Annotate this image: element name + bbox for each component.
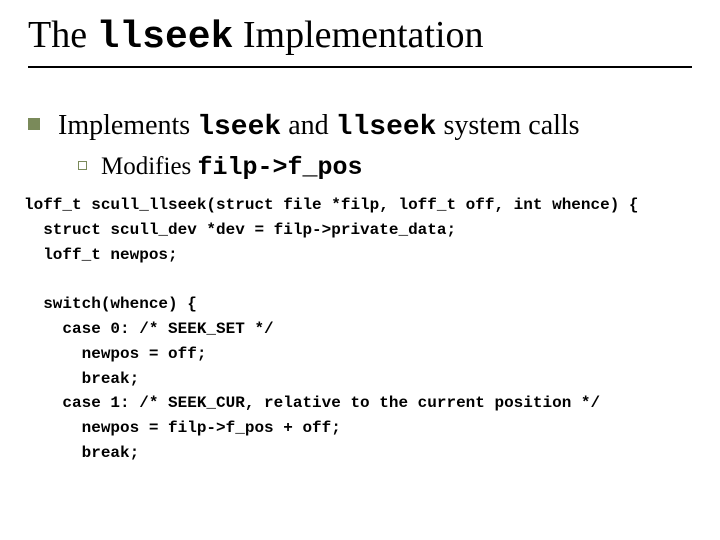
square-bullet-icon <box>28 118 40 130</box>
bullet-mono-2: llseek <box>336 112 437 143</box>
title-pre: The <box>28 14 97 56</box>
code-block: loff_t scull_llseek(struct file *filp, l… <box>24 193 692 466</box>
title-underline <box>28 66 692 68</box>
bullet-text: Implements lseek and llseek system calls <box>58 108 580 145</box>
bullet-pre: Implements <box>58 110 197 141</box>
title-post: Implementation <box>233 14 483 56</box>
slide-title: The llseek Implementation <box>28 14 692 60</box>
sub-mono: filp->f_pos <box>198 153 363 182</box>
sub-pre: Modifies <box>101 153 198 180</box>
bullet-post: system calls <box>436 110 579 141</box>
title-mono: llseek <box>97 16 234 59</box>
hollow-square-bullet-icon <box>78 161 87 170</box>
bullet-level-2: Modifies filp->f_pos <box>78 151 692 183</box>
slide: The llseek Implementation Implements lse… <box>0 0 720 540</box>
sub-bullet-text: Modifies filp->f_pos <box>101 151 363 183</box>
bullet-mono-1: lseek <box>197 112 281 143</box>
bullet-level-1: Implements lseek and llseek system calls <box>28 108 692 145</box>
bullet-mid: and <box>281 110 335 141</box>
